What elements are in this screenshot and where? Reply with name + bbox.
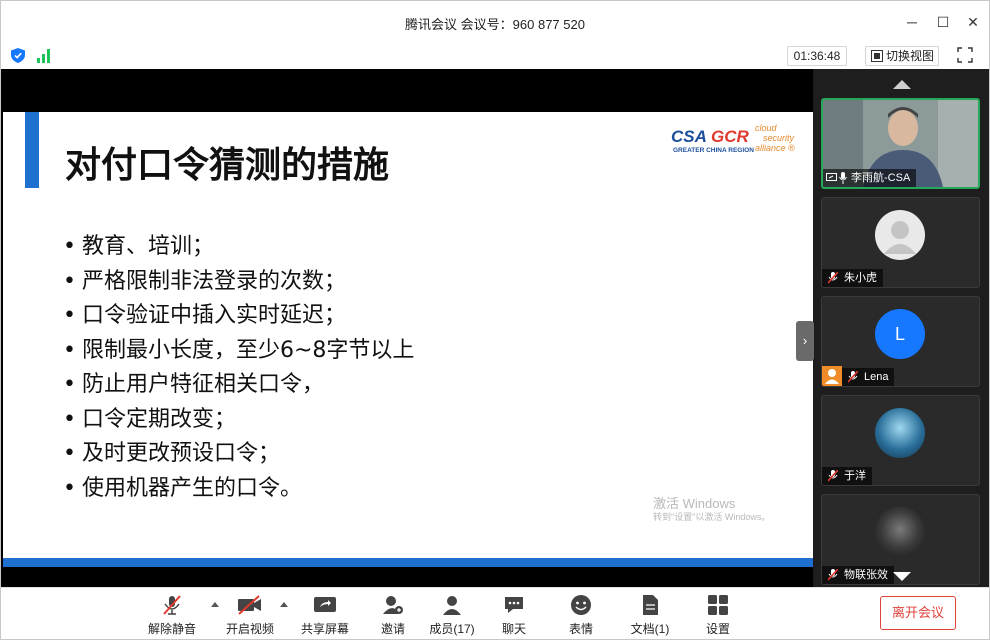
participant-name: Lena bbox=[842, 368, 895, 386]
participant-tile[interactable]: 李雨航-CSA bbox=[821, 98, 980, 189]
muted-microphone-icon bbox=[828, 470, 838, 482]
participant-tile[interactable]: 朱小虎 bbox=[821, 197, 980, 288]
default-avatar-icon bbox=[875, 210, 925, 260]
start-video-button[interactable]: 开启视频 bbox=[225, 594, 275, 637]
chat-button[interactable]: 聊天 bbox=[501, 594, 527, 637]
fullscreen-icon[interactable] bbox=[957, 47, 973, 63]
activation-watermark-hint: 转到"设置"以激活 Windows。 bbox=[653, 512, 771, 522]
svg-text:CSA: CSA bbox=[671, 127, 707, 146]
bullet-item: 口令定期改变； bbox=[63, 403, 414, 438]
minimize-button[interactable]: ─ bbox=[900, 10, 924, 34]
muted-microphone-icon bbox=[828, 272, 838, 284]
bullet-item: 教育、培训； bbox=[63, 230, 414, 265]
participant-name: 物联张效 bbox=[822, 566, 894, 584]
meeting-timer: 01:36:48 bbox=[787, 46, 847, 66]
participant-name: 朱小虎 bbox=[822, 269, 883, 287]
unmute-button[interactable]: 解除静音 bbox=[147, 594, 197, 637]
meeting-window: 腾讯会议 会议号：960 877 520 ─ ☐ ✕ 01:36:48 切换视图 bbox=[0, 0, 990, 640]
slide-footer-bar bbox=[3, 558, 813, 567]
microphone-icon bbox=[839, 172, 847, 184]
participant-tile[interactable]: L Lena bbox=[821, 296, 980, 387]
meeting-toolbar: 解除静音 开启视频 共享屏幕 邀请 成员(17) 聊天 表情 文档(1) 设置 … bbox=[1, 587, 989, 639]
bullet-item: 使用机器产生的口令。 bbox=[63, 472, 414, 507]
slide-accent-bar bbox=[25, 112, 39, 188]
bullet-item: 及时更改预设口令； bbox=[63, 437, 414, 472]
video-options-caret-icon[interactable] bbox=[280, 602, 288, 607]
switch-view-label: 切换视图 bbox=[886, 49, 935, 63]
grid-view-icon bbox=[871, 50, 883, 62]
svg-text:security: security bbox=[763, 133, 795, 143]
chat-bubble-icon bbox=[505, 597, 523, 613]
video-off-icon bbox=[238, 595, 261, 615]
share-screen-button[interactable]: 共享屏幕 bbox=[299, 594, 351, 637]
smiley-icon bbox=[571, 595, 591, 615]
csa-gcr-logo: CSA GCR GREATER CHINA REGION cloud secur… bbox=[671, 122, 806, 157]
document-icon bbox=[643, 595, 658, 615]
settings-button[interactable]: 设置 bbox=[705, 594, 731, 637]
switch-view-button[interactable]: 切换视图 bbox=[865, 46, 939, 66]
presentation-slide: 对付口令猜测的措施 CSA GCR GREATER CHINA REGION c… bbox=[3, 112, 813, 567]
collapse-sidebar-button[interactable]: › bbox=[796, 321, 814, 361]
slide-title: 对付口令猜测的措施 bbox=[65, 145, 390, 186]
bullet-item: 限制最小长度，至少6~8字节以上 bbox=[63, 334, 414, 369]
host-person-icon bbox=[822, 366, 842, 386]
muted-microphone-icon bbox=[848, 371, 858, 383]
video-sidebar: 李雨航-CSA 朱小虎 L Lena 于洋 物联张效 bbox=[815, 69, 989, 587]
status-bar: 01:36:48 切换视图 bbox=[1, 43, 989, 69]
svg-text:GCR: GCR bbox=[711, 127, 750, 146]
bullet-item: 口令验证中插入实时延迟； bbox=[63, 299, 414, 334]
grid-settings-icon bbox=[708, 595, 728, 615]
participant-tile[interactable]: 于洋 bbox=[821, 395, 980, 486]
title-bar: 腾讯会议 会议号：960 877 520 ─ ☐ ✕ bbox=[1, 1, 989, 43]
share-screen-icon bbox=[314, 597, 336, 612]
svg-text:GREATER CHINA REGION: GREATER CHINA REGION bbox=[673, 147, 754, 154]
bullet-item: 严格限制非法登录的次数； bbox=[63, 265, 414, 300]
window-title: 腾讯会议 会议号：960 877 520 bbox=[405, 17, 585, 32]
screen-share-icon bbox=[826, 173, 837, 181]
scroll-down-arrow-icon[interactable] bbox=[893, 572, 911, 581]
close-button[interactable]: ✕ bbox=[961, 10, 985, 34]
leave-meeting-button[interactable]: 离开会议 bbox=[880, 596, 956, 630]
slide-bullet-list: 教育、培训； 严格限制非法登录的次数； 口令验证中插入实时延迟； 限制最小长度，… bbox=[63, 230, 414, 506]
shield-icon[interactable] bbox=[11, 48, 25, 63]
scroll-up-arrow-icon[interactable] bbox=[893, 80, 911, 89]
svg-text:cloud: cloud bbox=[755, 123, 778, 133]
chevron-right-icon: › bbox=[802, 333, 808, 348]
audio-options-caret-icon[interactable] bbox=[211, 602, 219, 607]
svg-text:alliance ®: alliance ® bbox=[755, 143, 795, 153]
members-button[interactable]: 成员(17) bbox=[429, 594, 475, 637]
muted-microphone-icon bbox=[828, 569, 838, 581]
add-person-icon bbox=[383, 596, 403, 614]
bullet-item: 防止用户特征相关口令， bbox=[63, 368, 414, 403]
maximize-button[interactable]: ☐ bbox=[931, 10, 955, 34]
shared-screen: 对付口令猜测的措施 CSA GCR GREATER CHINA REGION c… bbox=[1, 69, 814, 587]
participant-name: 于洋 bbox=[822, 467, 872, 485]
reactions-button[interactable]: 表情 bbox=[568, 594, 594, 637]
muted-microphone-icon bbox=[163, 595, 181, 615]
profile-avatar bbox=[875, 408, 925, 458]
members-icon bbox=[443, 596, 461, 615]
network-signal-icon[interactable] bbox=[37, 49, 53, 63]
main-area: 对付口令猜测的措施 CSA GCR GREATER CHINA REGION c… bbox=[1, 69, 989, 587]
participant-name: 李雨航-CSA bbox=[823, 169, 917, 187]
profile-avatar bbox=[875, 507, 925, 557]
documents-button[interactable]: 文档(1) bbox=[630, 594, 670, 637]
invite-button[interactable]: 邀请 bbox=[375, 594, 411, 637]
letter-avatar: L bbox=[875, 309, 925, 359]
